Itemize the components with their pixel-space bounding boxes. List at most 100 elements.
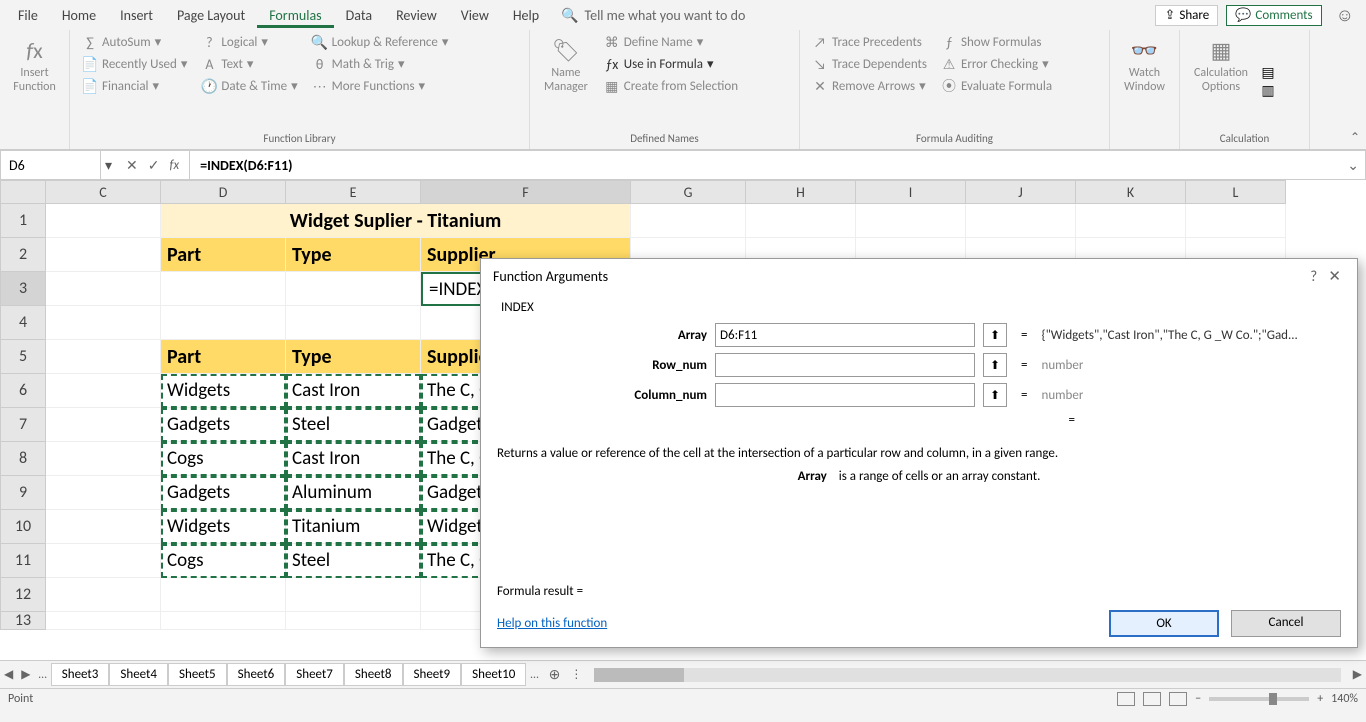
- normal-view-icon[interactable]: [1117, 692, 1135, 706]
- name-box-dropdown[interactable]: ▾: [101, 157, 116, 174]
- autosum-button[interactable]: ∑AutoSum▾: [78, 32, 191, 52]
- col-header-D[interactable]: D: [161, 180, 286, 204]
- header-type[interactable]: Type: [286, 238, 421, 272]
- recently-used-button[interactable]: 📄Recently Used▾: [78, 54, 191, 74]
- menu-review[interactable]: Review: [384, 3, 449, 28]
- page-break-view-icon[interactable]: [1169, 692, 1187, 706]
- rownum-range-picker-icon[interactable]: ⬆: [983, 353, 1007, 377]
- dialog-close-icon[interactable]: ✕: [1324, 268, 1345, 286]
- formula-input[interactable]: =INDEX(D6:F11): [190, 157, 1341, 174]
- col-header-K[interactable]: K: [1076, 180, 1186, 204]
- array-range-picker-icon[interactable]: ⬆: [983, 323, 1007, 347]
- logical-button[interactable]: ?Logical▾: [197, 32, 301, 52]
- col-header-H[interactable]: H: [746, 180, 856, 204]
- fx-button-icon[interactable]: fx: [170, 158, 180, 173]
- scrollbar-thumb[interactable]: [594, 668, 684, 682]
- menu-page-layout[interactable]: Page Layout: [165, 3, 257, 28]
- col-header-E[interactable]: E: [286, 180, 421, 204]
- row-header-12[interactable]: 12: [0, 578, 46, 612]
- row-header-1[interactable]: 1: [0, 204, 46, 238]
- table-cell-type[interactable]: Cast Iron: [286, 374, 421, 408]
- row-header-9[interactable]: 9: [0, 476, 46, 510]
- row-header-5[interactable]: 5: [0, 340, 46, 374]
- menu-insert[interactable]: Insert: [108, 3, 165, 28]
- row-header-13[interactable]: 13: [0, 612, 46, 630]
- help-link[interactable]: Help on this function: [497, 616, 607, 631]
- header-type[interactable]: Type: [286, 340, 421, 374]
- cell[interactable]: [46, 306, 161, 340]
- ok-button[interactable]: OK: [1109, 610, 1219, 637]
- insert-function-button[interactable]: fx Insert Function: [8, 32, 61, 98]
- menu-home[interactable]: Home: [50, 3, 108, 28]
- define-name-button[interactable]: ⌘Define Name▾: [600, 32, 742, 52]
- cell[interactable]: [286, 612, 421, 630]
- sheet-tab-sheet4[interactable]: Sheet4: [109, 663, 168, 686]
- sheet-tab-sheet9[interactable]: Sheet9: [403, 663, 462, 686]
- cancel-formula-icon[interactable]: ✕: [126, 157, 138, 174]
- row-header-10[interactable]: 10: [0, 510, 46, 544]
- sheet-tab-sheet10[interactable]: Sheet10: [461, 663, 526, 686]
- table-cell-part[interactable]: Widgets: [161, 510, 286, 544]
- horizontal-scrollbar[interactable]: [594, 668, 1340, 682]
- math-button[interactable]: θMath & Trig▾: [308, 54, 453, 74]
- title-cell[interactable]: Widget Suplier - Titanium: [161, 204, 631, 238]
- cell[interactable]: [966, 204, 1076, 238]
- table-cell-part[interactable]: Gadgets: [161, 476, 286, 510]
- cell[interactable]: [46, 612, 161, 630]
- error-checking-button[interactable]: ⚠Error Checking▾: [937, 54, 1056, 74]
- cell[interactable]: [286, 272, 421, 306]
- cell[interactable]: [46, 544, 161, 578]
- row-header-2[interactable]: 2: [0, 238, 46, 272]
- row-header-4[interactable]: 4: [0, 306, 46, 340]
- table-cell-type[interactable]: Titanium: [286, 510, 421, 544]
- lookup-button[interactable]: 🔍Lookup & Reference▾: [308, 32, 453, 52]
- collapse-ribbon-icon[interactable]: ⌃: [1350, 130, 1360, 145]
- col-header-F[interactable]: F: [421, 180, 631, 204]
- cell[interactable]: [161, 306, 286, 340]
- table-cell-type[interactable]: Aluminum: [286, 476, 421, 510]
- show-formulas-button[interactable]: ƒShow Formulas: [937, 32, 1056, 52]
- table-cell-part[interactable]: Cogs: [161, 442, 286, 476]
- rownum-input[interactable]: [715, 353, 975, 377]
- select-all-corner[interactable]: [0, 180, 46, 204]
- col-header-C[interactable]: C: [46, 180, 161, 204]
- colnum-range-picker-icon[interactable]: ⬆: [983, 383, 1007, 407]
- cell[interactable]: [286, 578, 421, 612]
- table-cell-type[interactable]: Steel: [286, 408, 421, 442]
- cell[interactable]: [46, 408, 161, 442]
- share-button[interactable]: ⇪ Share: [1155, 5, 1218, 26]
- cell[interactable]: [46, 340, 161, 374]
- cell[interactable]: [46, 476, 161, 510]
- zoom-in-icon[interactable]: +: [1317, 692, 1323, 706]
- calc-now-icon[interactable]: ▤: [1260, 64, 1276, 80]
- more-functions-button[interactable]: ⋯More Functions▾: [308, 76, 453, 96]
- cell[interactable]: [631, 204, 746, 238]
- calc-sheet-icon[interactable]: ▥: [1260, 82, 1276, 98]
- cell[interactable]: [1186, 204, 1286, 238]
- sheet-tab-sheet3[interactable]: Sheet3: [51, 663, 110, 686]
- sheet-overflow[interactable]: …: [526, 668, 542, 682]
- array-input[interactable]: [715, 323, 975, 347]
- sheet-tab-sheet5[interactable]: Sheet5: [168, 663, 227, 686]
- cell[interactable]: [46, 272, 161, 306]
- name-manager-button[interactable]: 🏷 Name Manager: [538, 32, 594, 130]
- table-cell-part[interactable]: Widgets: [161, 374, 286, 408]
- tell-me[interactable]: 🔍 Tell me what you want to do: [561, 7, 745, 24]
- row-header-8[interactable]: 8: [0, 442, 46, 476]
- menu-help[interactable]: Help: [501, 3, 551, 28]
- menu-view[interactable]: View: [449, 3, 501, 28]
- sheet-more-icon[interactable]: …: [34, 668, 50, 682]
- watch-window-button[interactable]: 👓 Watch Window: [1118, 32, 1171, 98]
- table-cell-part[interactable]: Cogs: [161, 544, 286, 578]
- cell[interactable]: [46, 238, 161, 272]
- zoom-slider[interactable]: [1209, 697, 1309, 701]
- table-cell-type[interactable]: Steel: [286, 544, 421, 578]
- cell[interactable]: [46, 510, 161, 544]
- sheet-tab-sheet8[interactable]: Sheet8: [344, 663, 403, 686]
- name-box[interactable]: D6: [1, 151, 101, 179]
- col-header-I[interactable]: I: [856, 180, 966, 204]
- sheet-tab-sheet7[interactable]: Sheet7: [285, 663, 344, 686]
- financial-button[interactable]: 📄Financial▾: [78, 76, 191, 96]
- dialog-help-icon[interactable]: ?: [1306, 268, 1321, 286]
- evaluate-formula-button[interactable]: ⦿Evaluate Formula: [937, 76, 1056, 96]
